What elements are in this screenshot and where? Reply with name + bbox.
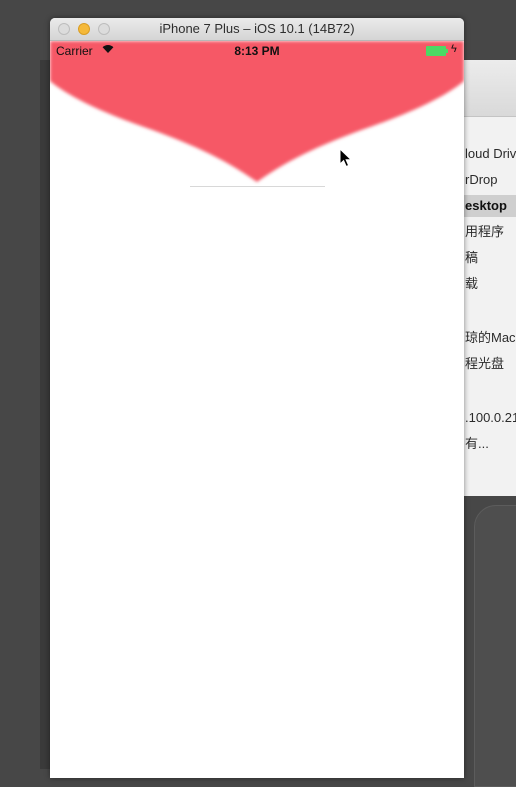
sidebar-item-airdrop[interactable]: rDrop xyxy=(465,169,516,191)
bolt-icon: ϟ xyxy=(451,43,457,55)
sidebar-item-network-host[interactable]: .100.0.21 xyxy=(465,407,516,429)
sidebar-item-remote-disc[interactable]: 程光盘 xyxy=(465,353,516,375)
battery-icon xyxy=(426,46,448,56)
title-bar[interactable]: iPhone 7 Plus – iOS 10.1 (14B72) xyxy=(50,18,464,41)
sidebar-item-documents[interactable]: 稿 xyxy=(465,247,516,269)
sidebar-item-downloads[interactable]: 载 xyxy=(465,273,516,295)
header-shape xyxy=(50,41,464,182)
status-time: 8:13 PM xyxy=(234,44,280,58)
window-title: iPhone 7 Plus – iOS 10.1 (14B72) xyxy=(159,21,355,36)
sidebar-item-desktop[interactable]: esktop xyxy=(461,195,516,217)
device-screen[interactable]: Carrier 8:13 PM ϟ xyxy=(50,41,464,778)
sidebar-item-icloud-drive[interactable]: loud Driv xyxy=(465,143,516,165)
curved-header xyxy=(50,41,464,182)
cursor-icon xyxy=(339,148,353,168)
sidebar-item-applications[interactable]: 用程序 xyxy=(465,221,516,243)
sidebar-item-mac[interactable]: 琼的Mac xyxy=(465,327,516,349)
background-window xyxy=(474,505,516,787)
simulator-window[interactable]: iPhone 7 Plus – iOS 10.1 (14B72) Carrier… xyxy=(50,18,464,778)
sidebar-item-all[interactable]: 有... xyxy=(465,433,516,455)
divider-line xyxy=(190,186,325,187)
status-bar: Carrier 8:13 PM ϟ xyxy=(50,41,464,61)
